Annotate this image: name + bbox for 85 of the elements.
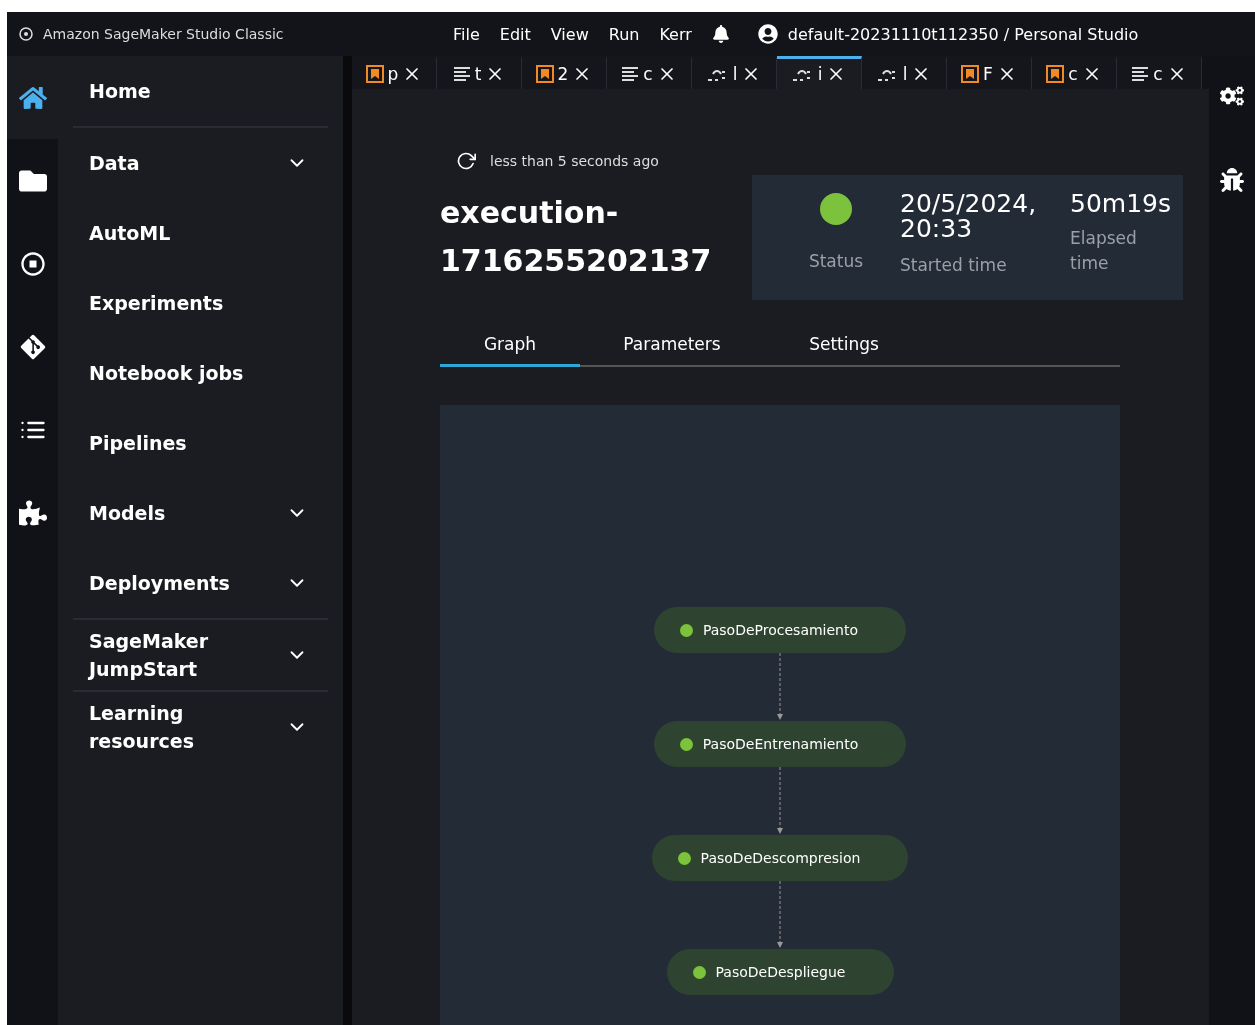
settings-icon[interactable] xyxy=(1220,84,1244,108)
execution-title: execution-1716255202137 xyxy=(440,194,713,280)
view-tab[interactable]: Graph xyxy=(440,334,580,367)
bookmark-icon xyxy=(535,65,554,83)
view-tab[interactable]: Settings xyxy=(764,334,924,367)
menu-item[interactable]: Kerr xyxy=(659,24,692,44)
step-node[interactable]: PasoDeProcesamiento xyxy=(653,607,907,653)
refresh-icon[interactable] xyxy=(456,151,476,171)
document-tab[interactable]: l xyxy=(862,56,947,89)
app-title: Amazon SageMaker Studio Classic xyxy=(43,26,285,42)
user-name[interactable]: default-20231110t112350 / Personal Studio xyxy=(787,24,1139,44)
bell-icon[interactable] xyxy=(711,25,730,43)
sidebar-item[interactable]: Models xyxy=(73,478,328,548)
document-tab[interactable]: c xyxy=(1117,56,1202,89)
tab-label: F xyxy=(983,64,993,84)
sidebar-label: Experiments xyxy=(89,290,224,316)
sidebar-item[interactable]: Data xyxy=(73,128,328,198)
tab-label: t xyxy=(474,64,482,84)
bug-icon[interactable] xyxy=(1220,168,1244,192)
document-tab[interactable]: i xyxy=(777,56,862,89)
sidebar-label: Home xyxy=(89,78,151,104)
tab-label: l xyxy=(732,64,738,84)
step-node[interactable]: PasoDeDescompresion xyxy=(651,835,909,881)
sidebar-label: Notebook jobs xyxy=(89,360,244,386)
elapsed-time: 50m19s xyxy=(1070,191,1171,216)
menu-item[interactable]: Edit xyxy=(499,24,531,44)
tab-label: c xyxy=(1068,64,1078,84)
text-lines-icon xyxy=(452,66,471,82)
elapsed-label: Elapsed time xyxy=(1070,227,1138,275)
document-tab[interactable]: c xyxy=(607,56,692,89)
logo-icon xyxy=(19,27,33,41)
text-lines-icon xyxy=(1131,66,1150,82)
step-name: PasoDeDespliegue xyxy=(715,964,846,980)
document-tab[interactable]: l xyxy=(692,56,777,89)
tab-label: i xyxy=(817,64,823,84)
menu-item[interactable]: File xyxy=(453,24,480,44)
git-icon xyxy=(18,332,47,361)
status-label: Status xyxy=(807,250,865,273)
bookmark-icon xyxy=(365,65,384,83)
sidebar-item[interactable]: Experiments xyxy=(73,268,328,338)
sidebar-item[interactable]: AutoML xyxy=(73,198,328,268)
status-dot xyxy=(820,193,852,225)
step-name: PasoDeProcesamiento xyxy=(702,622,859,638)
tab-label: c xyxy=(643,64,653,84)
sidebar-label: Data xyxy=(89,150,140,176)
sidebar-item[interactable]: Pipelines xyxy=(73,408,328,478)
connector-arrow xyxy=(776,653,784,721)
step-node[interactable]: PasoDeEntrenamiento xyxy=(653,721,907,767)
started-label: Started time xyxy=(900,254,1008,277)
sidebar-item[interactable]: SageMaker JumpStart xyxy=(73,620,328,692)
stop-icon xyxy=(18,249,47,278)
user-icon[interactable] xyxy=(757,24,778,44)
sidebar-label: SageMaker JumpStart xyxy=(89,628,210,682)
menu-item[interactable]: Run xyxy=(608,24,640,44)
connector-arrow xyxy=(776,881,784,949)
step-node[interactable]: PasoDeDespliegue xyxy=(666,949,894,995)
step-name: PasoDeDescompresion xyxy=(700,850,861,866)
sidebar-label: Pipelines xyxy=(89,430,187,456)
document-tab[interactable]: c xyxy=(1032,56,1117,89)
sidebar-item[interactable]: Notebook jobs xyxy=(73,338,328,408)
bookmark-icon xyxy=(961,65,980,83)
tab-label: c xyxy=(1153,64,1163,84)
tab-label: 2 xyxy=(557,64,569,84)
document-tab[interactable]: t xyxy=(437,56,522,89)
document-tab[interactable]: p xyxy=(352,56,437,89)
sidebar-item[interactable]: Learning resources xyxy=(73,692,328,762)
sidebar-label: Learning resources xyxy=(89,700,195,754)
text-lines-icon xyxy=(621,66,640,82)
sidebar-label: Models xyxy=(89,500,166,526)
view-tab[interactable]: Parameters xyxy=(580,334,764,367)
sidebar-item[interactable]: Home xyxy=(73,56,328,128)
document-tab[interactable]: F xyxy=(947,56,1032,89)
refresh-time: less than 5 seconds ago xyxy=(490,153,659,169)
menu-item[interactable]: View xyxy=(550,24,589,44)
sidebar-item[interactable]: Deployments xyxy=(73,548,328,620)
sidebar-label: Deployments xyxy=(89,570,230,596)
connector-arrow xyxy=(776,767,784,835)
tab-label: l xyxy=(902,64,908,84)
started-time: 20/5/2024, 20:33 xyxy=(900,191,1038,241)
document-tab[interactable]: 2 xyxy=(522,56,607,89)
step-name: PasoDeEntrenamiento xyxy=(702,736,859,752)
tab-label: p xyxy=(387,64,399,84)
bookmark-icon xyxy=(1046,65,1065,83)
sidebar-label: AutoML xyxy=(89,220,171,246)
puzzle-icon xyxy=(18,498,47,527)
